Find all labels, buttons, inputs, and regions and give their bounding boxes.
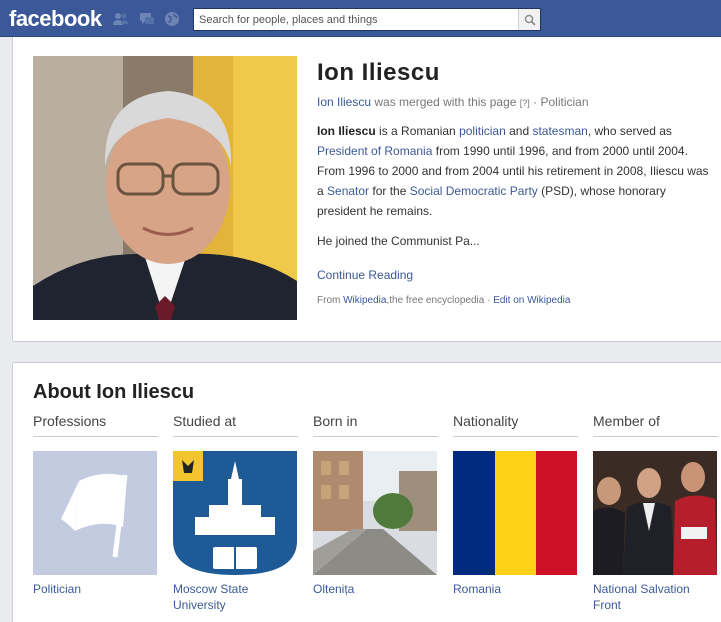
about-title: About Ion Iliescu <box>33 381 195 403</box>
source-attribution: From Wikipedia,the free encyclopedia · E… <box>317 295 570 306</box>
search-box[interactable] <box>193 8 541 31</box>
merged-help-link[interactable]: [?] <box>520 98 530 108</box>
separator: · <box>533 95 538 109</box>
column-heading: Professions <box>33 413 158 437</box>
merged-text: was merged with this page <box>374 95 517 109</box>
about-column-member-of: Member of National Salvation Front <box>593 413 718 613</box>
organization-photo-image[interactable] <box>593 451 717 575</box>
politician-link[interactable]: politician <box>459 124 506 138</box>
bio-name: Ion Iliescu <box>317 124 376 138</box>
bio-text-part: , who served as <box>587 124 672 138</box>
search-icon <box>524 14 536 26</box>
about-card: About Ion Iliescu Professions Politician… <box>12 362 721 622</box>
edit-wikipedia-link[interactable]: Edit on Wikipedia <box>493 295 570 306</box>
profile-photo[interactable] <box>33 56 297 320</box>
column-heading: Studied at <box>173 413 298 437</box>
university-crest-image[interactable] <box>173 451 297 575</box>
top-bar: facebook <box>0 0 721 37</box>
nationality-link[interactable]: Romania <box>453 581 578 597</box>
about-column-nationality: Nationality Romania <box>453 413 578 597</box>
about-column-studied-at: Studied at Moscow State University <box>173 413 298 613</box>
messages-icon[interactable] <box>138 10 156 28</box>
page-category: Politician <box>540 95 589 109</box>
bio-text: Ion Iliescu is a Romanian politician and… <box>317 121 717 221</box>
psd-link[interactable]: Social Democratic Party <box>410 184 538 198</box>
search-button[interactable] <box>518 9 540 30</box>
page-title: Ion Iliescu <box>317 59 440 86</box>
organization-link[interactable]: National Salvation Front <box>593 581 718 613</box>
university-link[interactable]: Moscow State University <box>173 581 298 613</box>
bio-text-part: and <box>505 124 533 138</box>
profession-flag-image[interactable] <box>33 451 157 575</box>
wikipedia-link[interactable]: Wikipedia <box>343 295 386 306</box>
romania-flag-image[interactable] <box>453 451 577 575</box>
about-column-professions: Professions Politician <box>33 413 158 597</box>
continue-reading-link[interactable]: Continue Reading <box>317 268 413 282</box>
profile-card: Ion Iliescu Ion Iliescu was merged with … <box>12 37 721 342</box>
source-prefix: From <box>317 295 344 306</box>
statesman-link[interactable]: statesman <box>532 124 587 138</box>
profession-link[interactable]: Politician <box>33 581 158 597</box>
president-link[interactable]: President of Romania <box>317 144 432 158</box>
facebook-logo[interactable]: facebook <box>9 6 102 32</box>
column-heading: Member of <box>593 413 718 437</box>
column-heading: Nationality <box>453 413 578 437</box>
source-suffix: ,the free encyclopedia · <box>386 295 494 306</box>
senator-link[interactable]: Senator <box>327 184 369 198</box>
merged-name-link[interactable]: Ion Iliescu <box>317 95 371 109</box>
about-column-born-in: Born in Oltenița <box>313 413 438 597</box>
bio-more-text: He joined the Communist Pa... <box>317 234 480 248</box>
bio-text-part: is a Romanian <box>375 124 460 138</box>
birthplace-link[interactable]: Oltenița <box>313 581 438 597</box>
search-input[interactable] <box>194 9 518 30</box>
merged-info: Ion Iliescu was merged with this page [?… <box>317 95 589 109</box>
friend-requests-icon[interactable] <box>112 10 130 28</box>
notifications-globe-icon[interactable] <box>163 10 181 28</box>
bio-text-part: for the <box>369 184 410 198</box>
town-photo-image[interactable] <box>313 451 437 575</box>
column-heading: Born in <box>313 413 438 437</box>
